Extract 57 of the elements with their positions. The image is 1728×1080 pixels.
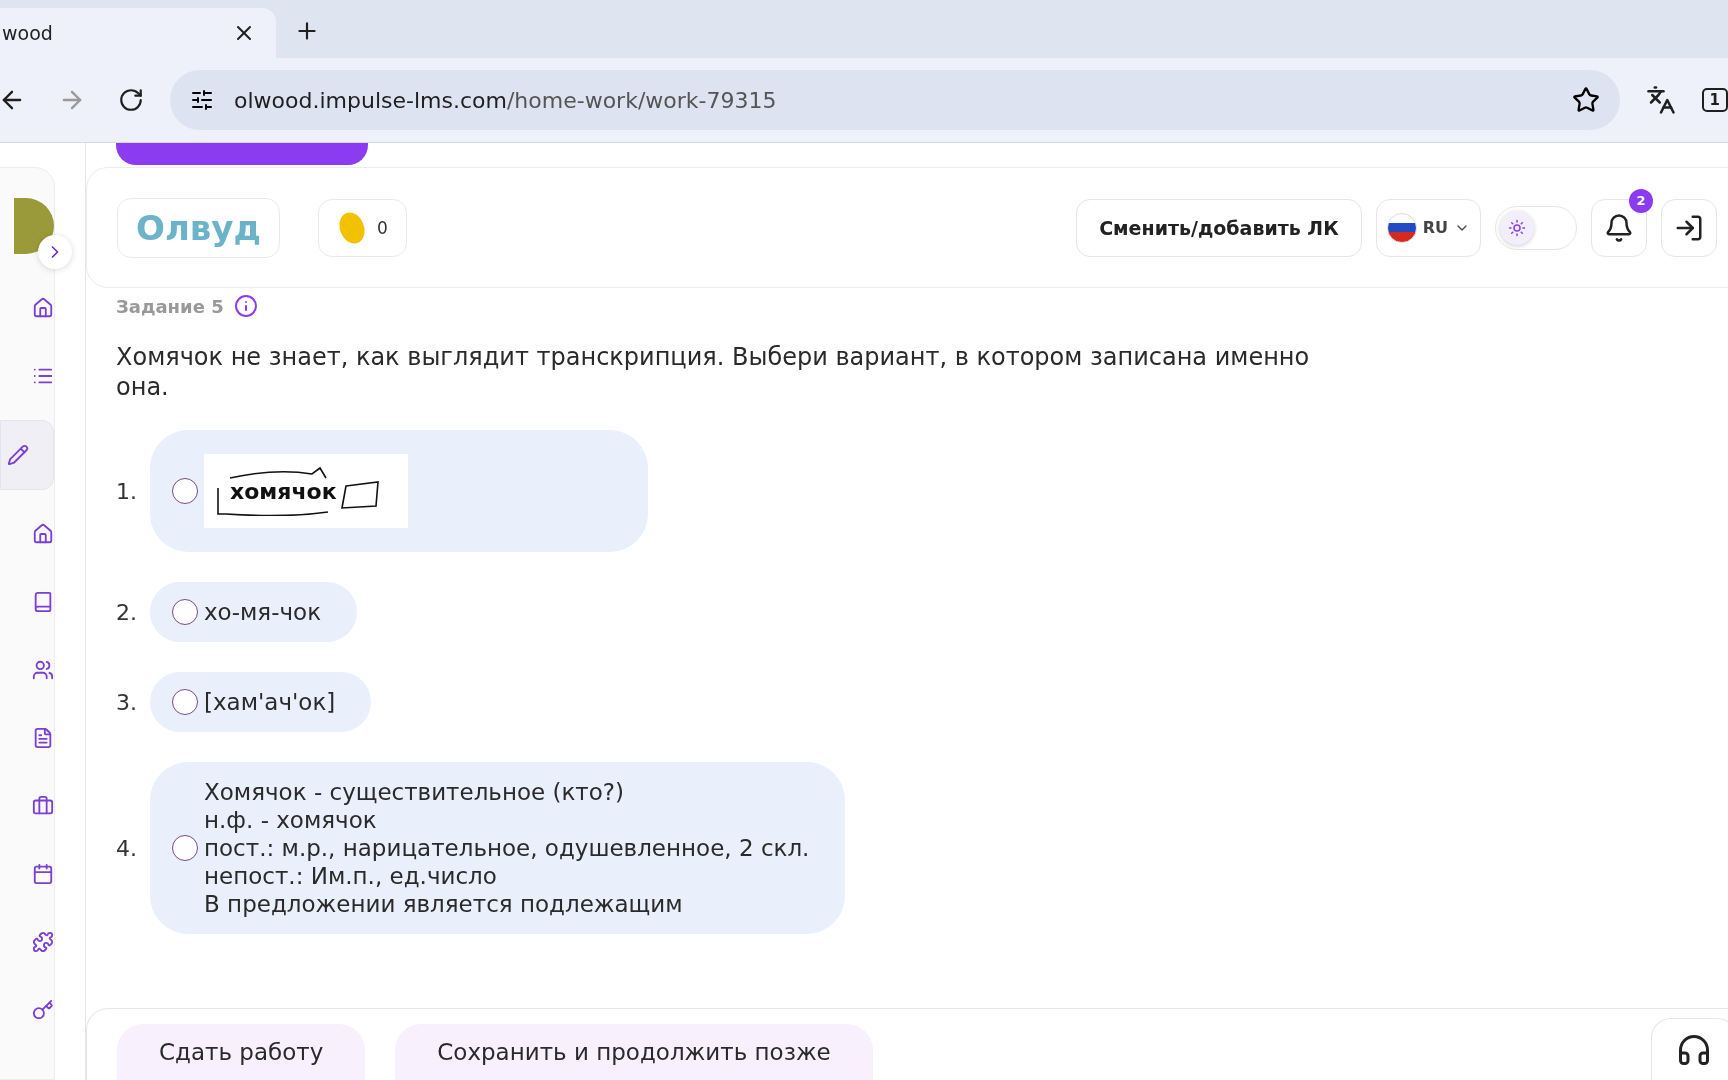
- answer-option[interactable]: хомячок: [150, 430, 648, 552]
- notification-badge: 2: [1629, 188, 1653, 213]
- nav-icon: [32, 863, 54, 885]
- logout-button[interactable]: [1661, 198, 1717, 257]
- option-text: хо-мя-чок: [204, 598, 322, 626]
- nav-icon: [32, 523, 54, 545]
- nav-icon: [32, 297, 54, 319]
- answer-option[interactable]: [хам'ач'ок]: [150, 672, 372, 732]
- address-bar[interactable]: olwood.impulse-lms.com/home-work/work-79315: [170, 70, 1620, 130]
- bell-icon: [1604, 212, 1634, 243]
- flag-icon: [1386, 212, 1417, 243]
- nav-icon: [32, 931, 54, 953]
- radio-button[interactable]: [172, 835, 198, 861]
- option-number: 3.: [116, 689, 138, 715]
- language-select[interactable]: RU: [1375, 198, 1481, 257]
- option-text: непост.: Им.п., ед.число: [204, 862, 498, 890]
- sun-icon: [1508, 218, 1526, 237]
- radio-button[interactable]: [172, 478, 198, 504]
- footer-button[interactable]: Сохранить и продолжить позже: [395, 1024, 873, 1080]
- notifications-button[interactable]: [1591, 198, 1647, 257]
- option-text: н.ф. - хомячок: [204, 806, 378, 834]
- theme-toggle[interactable]: [1495, 205, 1577, 250]
- tab-title: wood: [2, 22, 53, 44]
- answer-option[interactable]: Хомячок - существительное (кто?) н.ф. - хомячок пост.: м.р., нарицательное, одушевленное, 2 скл. непост.: Им.п., ед.число В предложении является подлежащим: [150, 762, 846, 934]
- switch-account-button[interactable]: Сменить/добавить ЛК: [1076, 198, 1362, 257]
- question-text: Хомячок не знает, как выглядит транскрипция. Выбери вариант, в котором записана именно она.: [116, 342, 1311, 402]
- expand-sidebar-button[interactable]: [38, 235, 72, 269]
- option-text: пост.: м.р., нарицательное, одушевленное, 2 скл.: [204, 834, 810, 862]
- coin-icon: [336, 209, 367, 246]
- nav-icon: [32, 999, 54, 1021]
- option-number: 1.: [116, 478, 138, 504]
- coin-count: 0: [376, 217, 388, 238]
- footer-button[interactable]: Сдать работу: [117, 1024, 366, 1080]
- site-settings-icon[interactable]: [190, 88, 214, 112]
- option-text: [хам'ач'ок]: [204, 688, 336, 716]
- bookmark-star-icon[interactable]: [1571, 86, 1600, 114]
- nav-icon: [32, 727, 54, 749]
- task-label: Задание 5: [116, 295, 224, 317]
- tab-count[interactable]: 1: [1701, 88, 1728, 112]
- nav-icon: [7, 444, 29, 466]
- nav-icon: [32, 659, 54, 681]
- nav-icon: [32, 795, 54, 817]
- url-text: olwood.impulse-lms.com/home-work/work-79315: [234, 87, 778, 113]
- sidebar-item[interactable]: [0, 420, 54, 490]
- option-number: 4.: [116, 835, 138, 861]
- support-button[interactable]: [1651, 1018, 1728, 1080]
- answer-option[interactable]: хо-мя-чок: [150, 582, 358, 642]
- radio-button[interactable]: [172, 599, 198, 625]
- radio-button[interactable]: [172, 689, 198, 715]
- option-text: Хомячок - существительное (кто?): [204, 778, 625, 806]
- scheme-word: хомячок: [230, 478, 337, 504]
- option-number: 2.: [116, 599, 138, 625]
- nav-icon: [32, 591, 54, 613]
- option-text: В предложении является подлежащим: [204, 890, 684, 918]
- info-icon[interactable]: [233, 294, 258, 318]
- avatar: [14, 198, 54, 254]
- browser-tab[interactable]: wood: [0, 8, 276, 58]
